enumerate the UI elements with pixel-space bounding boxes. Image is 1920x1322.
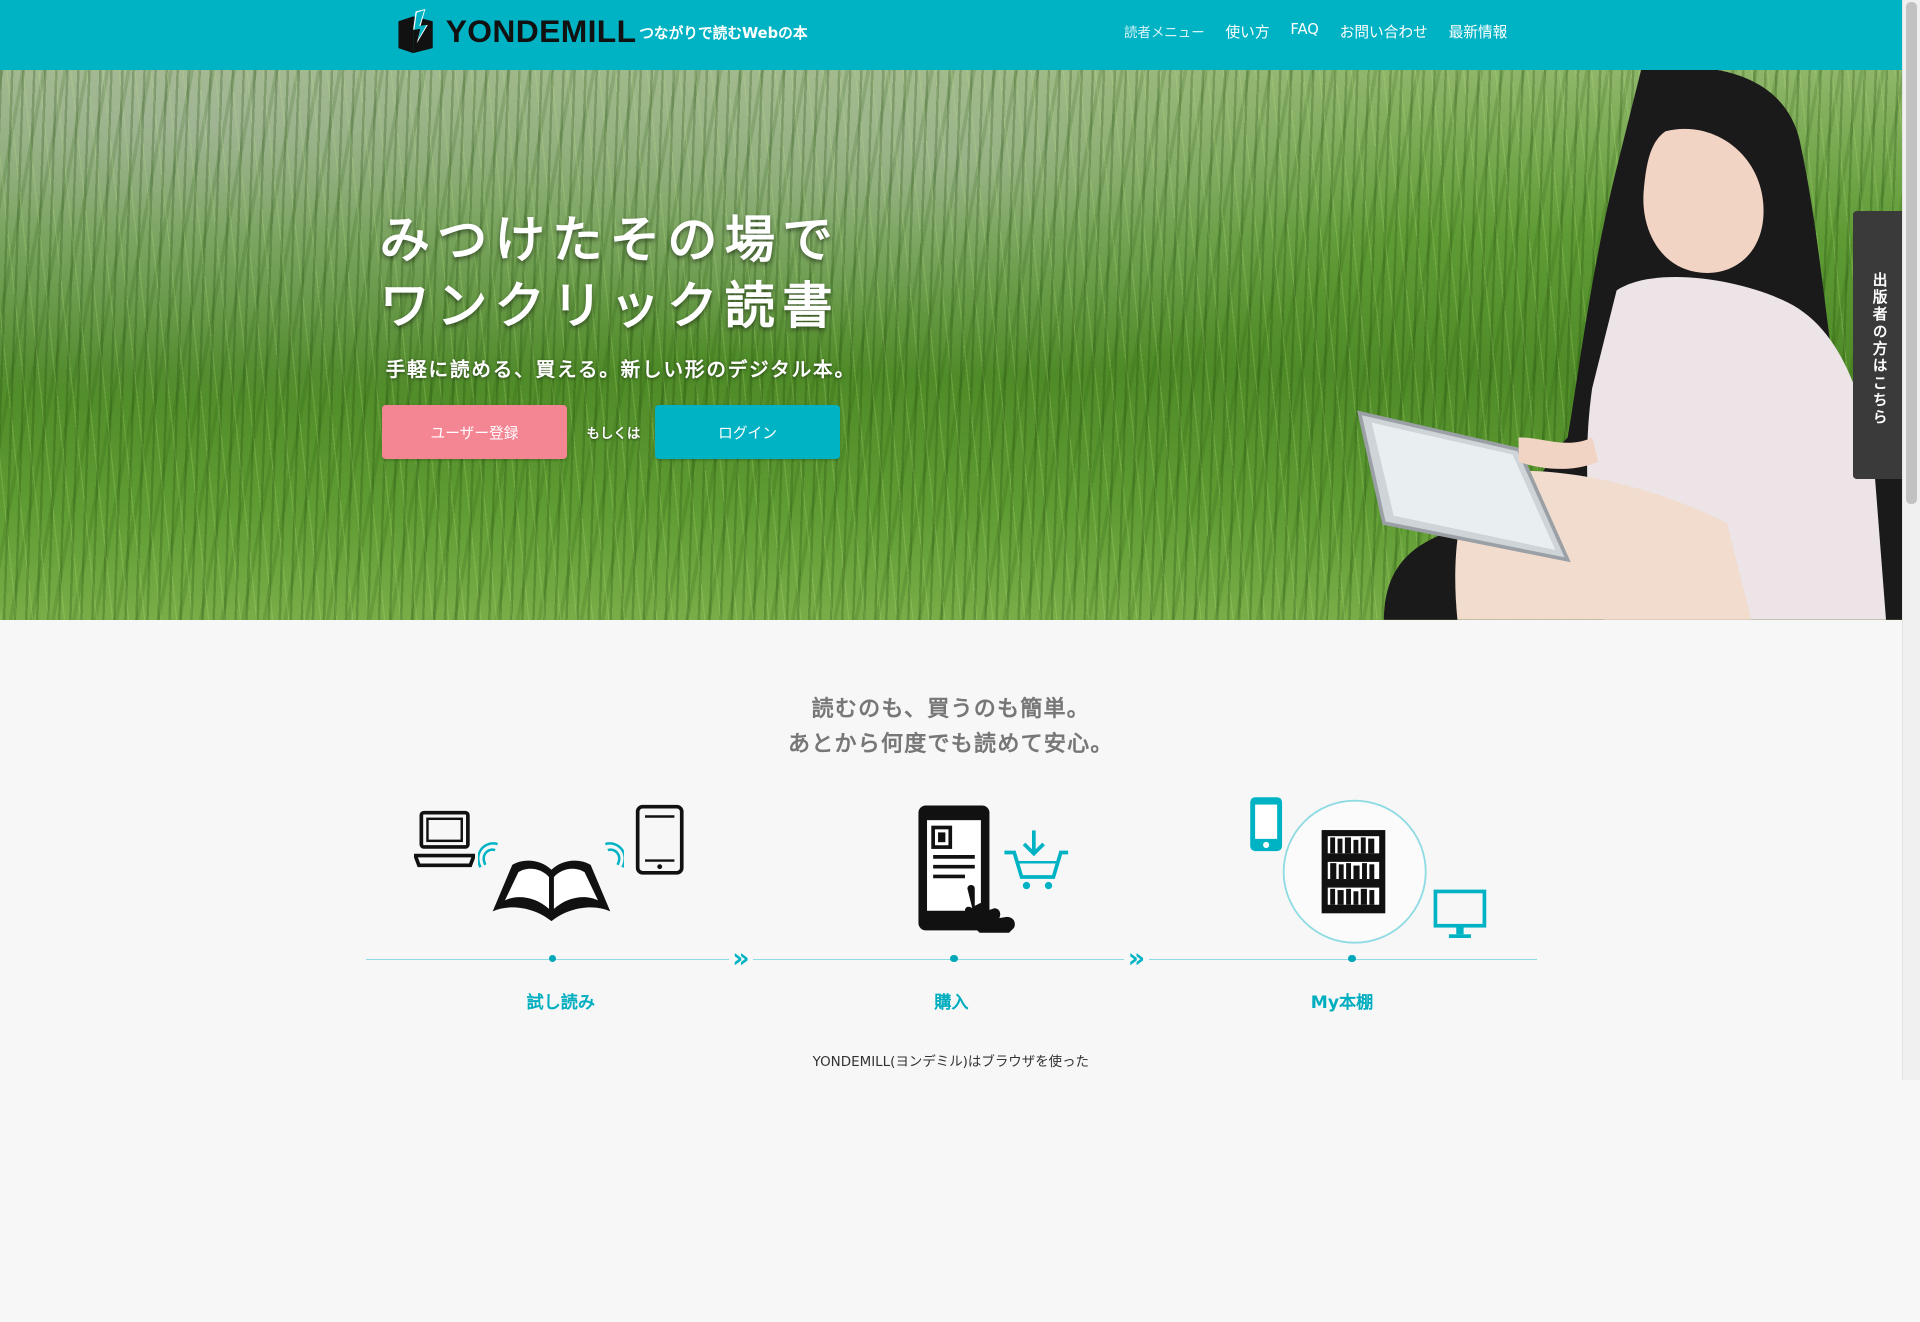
features-lead-line2: あとから何度でも読めて安心。	[788, 732, 1114, 758]
about-text: YONDEMILL(ヨンデミル)はブラウザを使った	[0, 1051, 1902, 1075]
scrollbar-thumb[interactable]	[1906, 2, 1918, 505]
open-book-icon	[477, 841, 625, 921]
double-chevron-right-icon: »	[728, 944, 754, 974]
features-lead-line1: 読むのも、買うのも簡単。	[811, 696, 1091, 722]
nav-reader-menu[interactable]: 読者メニュー	[1124, 21, 1205, 42]
nav-faq[interactable]: FAQ	[1290, 21, 1318, 42]
features-lead: 読むのも、買うのも簡単。 あとから何度でも読めて安心。	[0, 692, 1902, 763]
step-label-my-bookshelf: My本棚	[1310, 993, 1374, 1014]
nav-how-to-use[interactable]: 使い方	[1225, 21, 1269, 42]
step-label-trial-read: 試し読み	[526, 993, 596, 1014]
vertical-scrollbar[interactable]	[1901, 0, 1920, 1080]
woman-with-tablet-illustration	[1356, 69, 1902, 620]
nav-news[interactable]: 最新情報	[1449, 21, 1508, 42]
bookshelf-icon	[1282, 799, 1427, 944]
publisher-side-tab[interactable]: 出版者の方はこちら	[1852, 210, 1903, 479]
hero-title: みつけたその場で ワンクリック読書	[380, 207, 840, 339]
publisher-side-tab-label: 出版者の方はこちら	[1870, 271, 1888, 427]
login-button[interactable]: ログイン	[655, 405, 840, 460]
brand-tagline: つながりで読むWebの本	[639, 25, 808, 43]
logo-mark-icon	[396, 8, 438, 56]
hero-title-line2: ワンクリック読書	[379, 276, 840, 336]
hero-title-line1: みつけたその場で	[379, 209, 840, 269]
cart-download-icon	[1004, 830, 1068, 889]
hero-subtitle: 手軽に読める、買える。新しい形のデジタル本。	[385, 357, 856, 381]
about-text-line1: YONDEMILL(ヨンデミル)はブラウザを使った	[812, 1054, 1090, 1070]
main-nav: 読者メニュー 使い方 FAQ お問い合わせ 最新情報	[1124, 21, 1507, 42]
smartphone-icon	[1250, 797, 1283, 852]
laptop-icon	[413, 811, 476, 868]
register-button[interactable]: ユーザー登録	[382, 405, 567, 460]
hero-banner: みつけたその場で ワンクリック読書 手軽に読める、買える。新しい形のデジタル本。…	[0, 69, 1902, 620]
header: YONDEMILL つながりで読むWebの本 読者メニュー 使い方 FAQ お問…	[0, 0, 1902, 70]
double-chevron-right-icon: »	[1124, 944, 1149, 974]
timeline-dot	[1348, 955, 1356, 963]
or-label: もしくは	[586, 427, 641, 443]
timeline-dot	[950, 955, 958, 963]
nav-contact[interactable]: お問い合わせ	[1340, 21, 1428, 42]
logo[interactable]: YONDEMILL	[396, 8, 637, 56]
brand-name: YONDEMILL	[445, 13, 637, 50]
monitor-icon	[1433, 889, 1486, 938]
page: YONDEMILL つながりで読むWebの本 読者メニュー 使い方 FAQ お問…	[0, 0, 1920, 1080]
tablet-icon	[636, 805, 684, 875]
timeline-dot	[548, 955, 556, 963]
step-label-purchase: 購入	[934, 993, 969, 1014]
